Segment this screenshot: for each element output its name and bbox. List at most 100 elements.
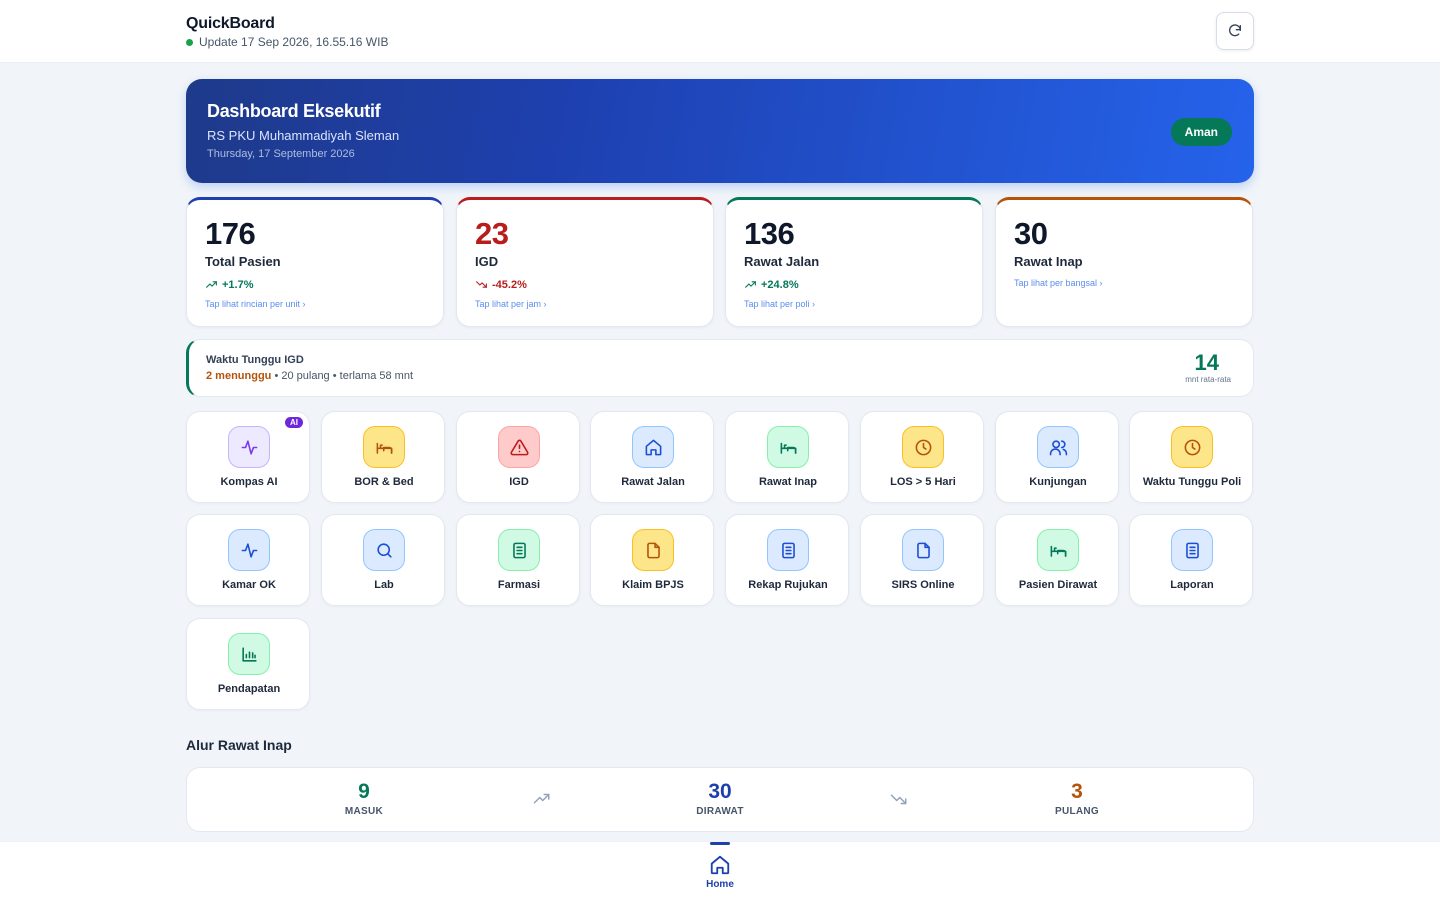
bed-icon <box>767 426 809 468</box>
menu-tile-lab[interactable]: Lab <box>321 514 445 606</box>
kpi-tap-hint[interactable]: Tap lihat rincian per unit › <box>205 299 306 309</box>
menu-tile-label: Lab <box>374 579 394 591</box>
waiting-count: 2 menunggu <box>206 370 272 382</box>
menu-tile-rekap-rujukan[interactable]: Rekap Rujukan <box>725 514 849 606</box>
activity-icon <box>228 529 270 571</box>
hospital-name: RS PKU Muhammadiyah Sleman <box>207 128 400 143</box>
kpi-card-total-pasien[interactable]: 176 Total Pasien +1.7% Tap lihat rincian pe… <box>186 197 444 327</box>
kpi-value: 23 <box>475 216 509 251</box>
document-lines-icon <box>1171 529 1213 571</box>
menu-tile-klaim-bpjs[interactable]: Klaim BPJS <box>590 514 714 606</box>
kpi-card-igd[interactable]: 23 IGD -45.2% Tap lihat per jam › <box>456 197 714 327</box>
flow-pulang-value: 3 <box>1071 780 1083 803</box>
flow-dirawat-label: DIRAWAT <box>696 806 744 817</box>
kpi-label: Rawat Inap <box>1014 254 1083 269</box>
users-icon <box>1037 426 1079 468</box>
kpi-label: Rawat Jalan <box>744 254 820 269</box>
kpi-change: +1.7% <box>205 278 254 291</box>
refresh-button[interactable] <box>1216 12 1254 50</box>
section-title-alur-rawat-inap: Alur Rawat Inap <box>186 737 292 753</box>
executive-hero-banner: Dashboard Eksekutif RS PKU Muhammadiyah … <box>186 79 1254 183</box>
menu-tile-label: Pasien Dirawat <box>1018 579 1098 591</box>
menu-tile-label: Farmasi <box>497 579 541 591</box>
ai-badge: AI <box>285 417 303 428</box>
trend-up-icon <box>744 278 757 291</box>
menu-tile-farmasi[interactable]: Farmasi <box>456 514 580 606</box>
kpi-value: 30 <box>1014 216 1048 251</box>
trend-up-icon <box>205 278 218 291</box>
kpi-card-rawat-jalan[interactable]: 136 Rawat Jalan +24.8% Tap lihat per poli › <box>725 197 983 327</box>
kpi-value: 136 <box>744 216 795 251</box>
wait-summary: • 20 pulang • terlama 58 mnt <box>271 370 414 382</box>
top-bar: QuickBoard Update 17 Sep 2026, 16.55.16 … <box>0 0 1440 63</box>
menu-tile-laporan[interactable]: Laporan <box>1129 514 1253 606</box>
refresh-icon <box>1229 24 1241 37</box>
menu-tile-kunjungan[interactable]: Kunjungan <box>995 411 1119 503</box>
menu-tile-label: Laporan <box>1170 579 1214 591</box>
document-lines-icon <box>767 529 809 571</box>
status-dot-icon <box>186 38 193 46</box>
kpi-value: 176 <box>205 216 256 251</box>
wait-average-unit: mnt rata-rata <box>1185 375 1231 384</box>
kpi-change-value: -45.2% <box>492 278 527 291</box>
trend-up-icon <box>533 793 550 804</box>
menu-tile-rawat-inap[interactable]: Rawat Inap <box>725 411 849 503</box>
menu-tile-label: Kunjungan <box>1029 476 1087 488</box>
activity-icon <box>228 426 270 468</box>
menu-tile-kompas-ai[interactable]: Kompas AI AI <box>186 411 310 503</box>
flow-pulang-label: PULANG <box>1054 806 1100 817</box>
app-title: QuickBoard <box>186 15 275 32</box>
file-icon <box>902 529 944 571</box>
menu-tile-rawat-jalan[interactable]: Rawat Jalan <box>590 411 714 503</box>
flow-dirawat-value: 30 <box>708 780 732 803</box>
kpi-label: Total Pasien <box>205 254 281 269</box>
update-status: Update 17 Sep 2026, 16.55.16 WIB <box>186 35 388 49</box>
igd-wait-time-card[interactable]: Waktu Tunggu IGD 2 menunggu • 20 pulang … <box>186 339 1254 397</box>
home-icon <box>710 855 730 875</box>
flow-pulang: 3 PULANG <box>1017 780 1137 817</box>
search-icon <box>363 529 405 571</box>
menu-tile-kamar-ok[interactable]: Kamar OK <box>186 514 310 606</box>
menu-tile-pendapatan[interactable]: Pendapatan <box>186 618 310 710</box>
kpi-tap-hint[interactable]: Tap lihat per jam › <box>475 299 547 309</box>
menu-tile-label: Klaim BPJS <box>622 579 684 591</box>
kpi-change-value: +24.8% <box>761 278 799 291</box>
kpi-tap-hint[interactable]: Tap lihat per poli › <box>744 299 815 309</box>
menu-tile-label: BOR & Bed <box>354 476 414 488</box>
kpi-label: IGD <box>475 254 499 269</box>
document-lines-icon <box>498 529 540 571</box>
flow-masuk-value: 9 <box>358 780 370 803</box>
clock-icon <box>1171 426 1213 468</box>
flow-masuk-label: MASUK <box>344 806 384 817</box>
update-text: Update 17 Sep 2026, 16.55.16 WIB <box>199 35 389 49</box>
menu-tile-label: Waktu Tunggu Poli <box>1142 476 1242 488</box>
wait-detail: 2 menunggu • 20 pulang • terlama 58 mnt <box>206 370 413 382</box>
menu-tile-label: Rawat Inap <box>758 476 818 488</box>
trend-down-icon <box>890 794 907 805</box>
menu-tile-label: SIRS Online <box>891 579 955 591</box>
menu-tile-pasien-dirawat[interactable]: Pasien Dirawat <box>995 514 1119 606</box>
menu-tile-label: Rawat Jalan <box>621 476 685 488</box>
bar-chart-icon <box>228 633 270 675</box>
wait-average-value: 14 <box>1194 350 1219 375</box>
file-icon <box>632 529 674 571</box>
kpi-card-rawat-inap[interactable]: 30 Rawat Inap Tap lihat per bangsal › <box>995 197 1253 327</box>
hero-title: Dashboard Eksekutif <box>207 101 381 121</box>
bed-icon <box>363 426 405 468</box>
kpi-change: +24.8% <box>744 278 799 291</box>
clock-icon <box>902 426 944 468</box>
menu-tile-label: Pendapatan <box>217 683 281 695</box>
wait-title: Waktu Tunggu IGD <box>206 354 304 366</box>
menu-tile-bor-bed[interactable]: BOR & Bed <box>321 411 445 503</box>
kpi-tap-hint[interactable]: Tap lihat per bangsal › <box>1014 278 1103 288</box>
menu-tile-sirs-online[interactable]: SIRS Online <box>860 514 984 606</box>
menu-tile-igd[interactable]: IGD <box>456 411 580 503</box>
inpatient-flow-card: 9 MASUK 30 DIRAWAT 3 PULANG <box>186 767 1254 832</box>
menu-tile-waktu-tunggu-poli[interactable]: Waktu Tunggu Poli <box>1129 411 1253 503</box>
menu-tile-los-5-hari[interactable]: LOS > 5 Hari <box>860 411 984 503</box>
bed-icon <box>1037 529 1079 571</box>
menu-tile-label: LOS > 5 Hari <box>890 476 956 488</box>
kpi-change-value: +1.7% <box>222 278 254 291</box>
menu-tile-label: IGD <box>509 476 529 488</box>
nav-home[interactable]: Home <box>700 842 740 900</box>
